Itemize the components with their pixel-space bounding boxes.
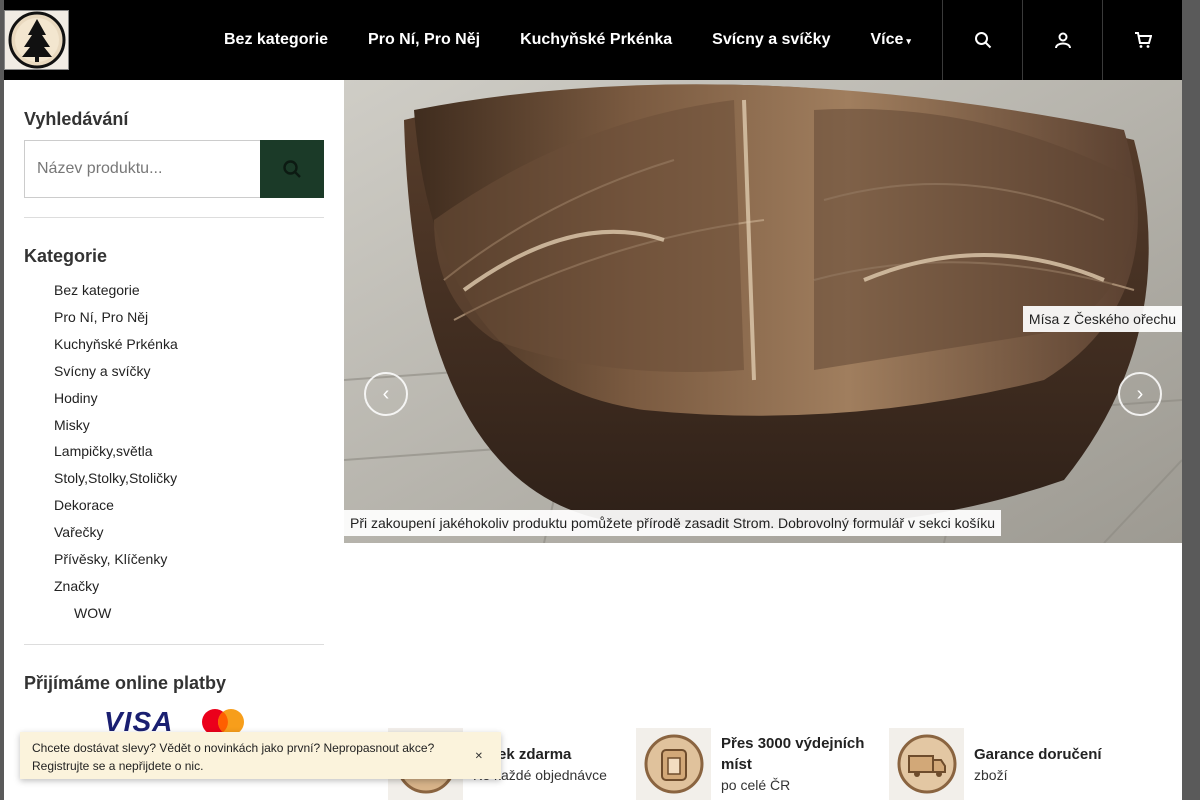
category-item[interactable]: Hodiny <box>54 385 178 412</box>
search-button[interactable] <box>260 140 324 198</box>
popup-text: Chcete dostávat slevy? Vědět o novinkách… <box>32 741 435 773</box>
delivery-truck-icon <box>889 728 964 800</box>
nav-item-kuchynske-prkenka[interactable]: Kuchyňské Prkénka <box>500 31 692 49</box>
nav-item-vice[interactable]: Více ▾ <box>850 31 930 49</box>
categories-title: Kategorie <box>24 246 108 266</box>
product-search-form <box>24 140 324 198</box>
features-row: Dárek zdarma Ke každé objednávce Přes 30… <box>388 728 1182 800</box>
category-item[interactable]: Značky <box>54 573 178 600</box>
feature-delivery-guarantee: Garance doručení zboží <box>889 728 1102 800</box>
main-content: Mísa z Českého ořechu Při zakoupení jaké… <box>344 80 1182 800</box>
hero-caption-info: Při zakoupení jakéhokoliv produktu pomůž… <box>344 510 1002 536</box>
header-search-button[interactable] <box>942 0 1022 80</box>
hero-slider[interactable]: Mísa z Českého ořechu Při zakoupení jaké… <box>344 80 1182 543</box>
search-icon <box>283 160 301 178</box>
search-title: Vyhledávání <box>24 109 129 129</box>
newsletter-popup[interactable]: Chcete dostávat slevy? Vědět o novinkách… <box>20 732 501 779</box>
tree-logo-icon <box>8 11 65 69</box>
sidebar: Vyhledávání Kategorie Bez kategorie Pro … <box>4 80 344 800</box>
category-item[interactable]: Stoly,Stolky,Stoličky <box>54 465 178 492</box>
divider <box>24 217 324 218</box>
divider <box>24 644 324 645</box>
search-input[interactable] <box>24 140 260 198</box>
pickup-point-icon <box>636 728 711 800</box>
category-item[interactable]: Pro Ní, Pro Něj <box>54 304 178 331</box>
category-list: Bez kategorie Pro Ní, Pro Něj Kuchyňské … <box>54 277 178 627</box>
category-item[interactable]: Vařečky <box>54 519 178 546</box>
payments-title: Přijímáme online platby <box>24 673 227 693</box>
feature-subtitle: zboží <box>974 766 1008 783</box>
site-logo[interactable] <box>4 10 69 70</box>
category-item[interactable]: Přívěsky, Klíčenky <box>54 546 178 573</box>
chevron-left-icon: ‹ <box>382 382 390 405</box>
header-account-button[interactable] <box>1022 0 1102 80</box>
nav-item-svicny[interactable]: Svícny a svíčky <box>692 31 850 49</box>
category-item[interactable]: Lampičky,světla <box>54 438 178 465</box>
hero-caption-product: Mísa z Českého ořechu <box>1022 306 1182 332</box>
feature-subtitle: po celé ČR <box>721 777 791 793</box>
feature-pickup-points: Přes 3000 výdejních míst po celé ČR <box>636 728 881 800</box>
header-cart-button[interactable] <box>1102 0 1182 80</box>
category-item[interactable]: Misky <box>54 412 178 439</box>
close-icon[interactable]: ✕ <box>475 748 483 766</box>
main-nav: Bez kategorie Pro Ní, Pro Něj Kuchyňské … <box>204 0 931 80</box>
subcategory-item[interactable]: WOW <box>54 600 178 627</box>
nav-item-pro-ni-pro-nej[interactable]: Pro Ní, Pro Něj <box>348 31 500 49</box>
category-item[interactable]: Svícny a svíčky <box>54 358 178 385</box>
feature-title: Garance doručení <box>974 745 1102 763</box>
cart-icon <box>1134 32 1152 48</box>
category-item[interactable]: Kuchyňské Prkénka <box>54 331 178 358</box>
nav-item-vice-label: Více <box>870 31 904 48</box>
chevron-right-icon: › <box>1136 382 1144 405</box>
feature-title: Přes 3000 výdejních míst <box>721 735 865 773</box>
slider-prev-button[interactable]: ‹ <box>364 372 408 416</box>
site-header: Bez kategorie Pro Ní, Pro Něj Kuchyňské … <box>4 0 1182 80</box>
category-item[interactable]: Bez kategorie <box>54 277 178 304</box>
chevron-down-icon: ▾ <box>906 36 911 46</box>
header-icons <box>942 0 1182 80</box>
search-icon <box>974 32 991 49</box>
user-icon <box>1054 32 1071 49</box>
slider-next-button[interactable]: › <box>1118 372 1162 416</box>
category-item[interactable]: Dekorace <box>54 492 178 519</box>
nav-item-bez-kategorie[interactable]: Bez kategorie <box>204 31 348 49</box>
